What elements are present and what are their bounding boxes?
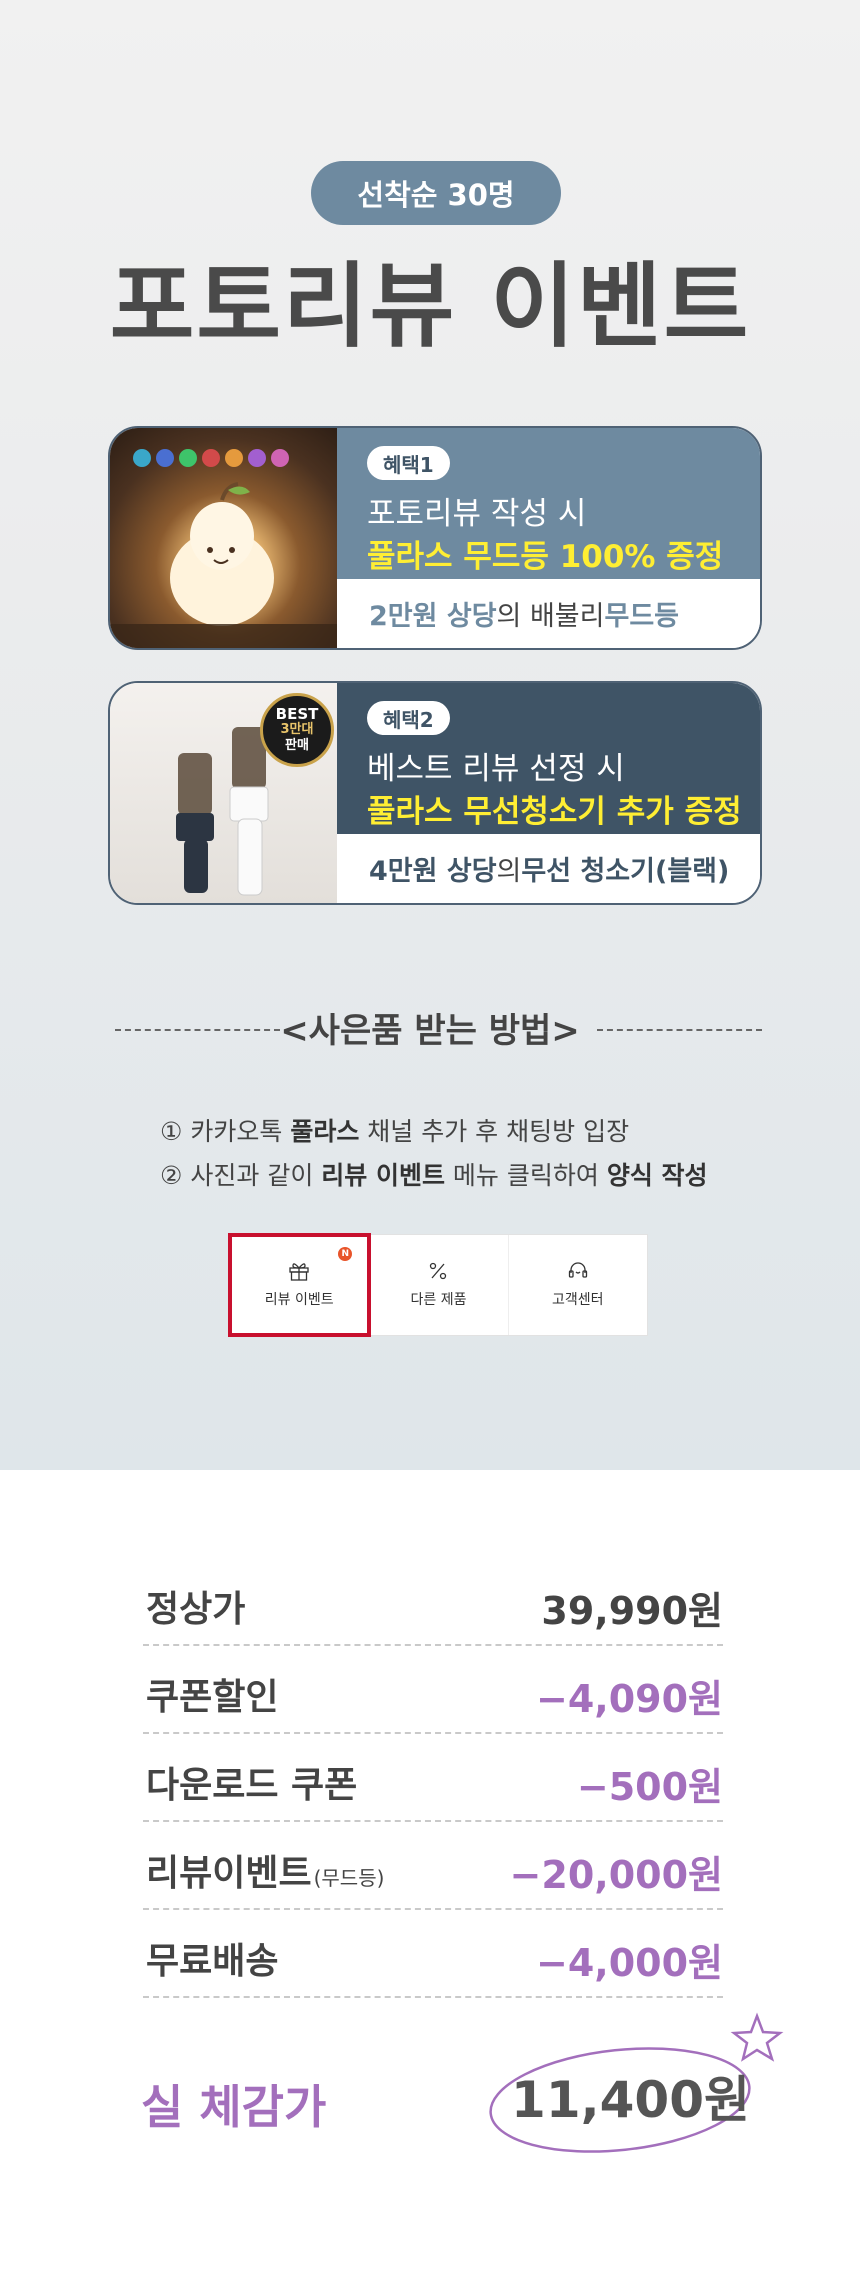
price-label: 무료배송 (146, 1941, 279, 1982)
price-value: −500원 (576, 1765, 723, 1809)
price-label-note: (무드등) (313, 1866, 385, 1890)
step-1: ① 카카오톡 풀라스 채널 추가 후 채팅방 입장 (160, 1110, 708, 1154)
menu-item-customer-center[interactable]: 고객센터 (509, 1235, 647, 1335)
price-row-shipping: 무료배송 −4,000원 (143, 1910, 723, 1998)
channel-menu: 리뷰 이벤트 N 다른 제품 고객센터 (227, 1233, 648, 1337)
price-value: −4,090원 (536, 1677, 723, 1721)
mood-lamp-image (110, 428, 337, 648)
benefit-2-condition: 베스트 리뷰 선정 시 (367, 751, 625, 787)
final-price-value: 11,400원 (511, 2071, 750, 2129)
price-row-coupon: 쿠폰할인 −4,090원 (143, 1646, 723, 1734)
benefit-1-connector: 의 배불리 (496, 601, 605, 632)
price-label-main: 리뷰이벤트 (146, 1853, 312, 1894)
benefit-2-reward: 풀라스 무선청소기 추가 증정 (367, 794, 742, 830)
price-label: 다운로드 쿠폰 (146, 1765, 358, 1806)
vacuum-image: BEST 3만대 판매 (110, 683, 337, 903)
benefit-2-badge: 혜택2 (367, 701, 450, 735)
step-2-text-b: 메뉴 클릭하여 (444, 1161, 607, 1190)
seal-line-2: 3만대 (280, 722, 314, 737)
step-1-number: ① (160, 1117, 183, 1146)
howto-title: <사은품 받는 방법> (280, 1011, 580, 1051)
benefit-1-reward: 풀라스 무드등 100% 증정 (367, 539, 724, 575)
first-come-badge: 선착순 30명 (311, 161, 561, 225)
price-row-regular: 정상가 39,990원 (143, 1558, 723, 1646)
menu-item-label: 고객센터 (552, 1292, 604, 1308)
menu-item-review-event[interactable]: 리뷰 이벤트 N (227, 1233, 372, 1337)
benefit-2-info: 혜택2 베스트 리뷰 선정 시 풀라스 무선청소기 추가 증정 (337, 683, 760, 838)
gift-icon (289, 1263, 309, 1281)
step-2-text-a: 사진과 같이 (182, 1161, 322, 1190)
benefit-1-item: 무드등 (604, 601, 680, 632)
benefit-1-value: 2만원 상당 (369, 601, 497, 632)
menu-item-label: 다른 제품 (410, 1292, 467, 1308)
howto-heading: <사은품 받는 방법> (0, 1003, 860, 1053)
benefit-2-item: 무선 청소기(블랙) (521, 856, 730, 887)
benefit-card-2: BEST 3만대 판매 혜택2 베스트 리뷰 선정 시 풀라스 무선청소기 추가… (108, 681, 762, 905)
divider-right (597, 1029, 762, 1031)
price-row-review-event: 리뷰이벤트 (무드등) −20,000원 (143, 1822, 723, 1910)
step-2: ② 사진과 같이 리뷰 이벤트 메뉴 클릭하여 양식 작성 (160, 1154, 708, 1198)
howto-steps: ① 카카오톡 풀라스 채널 추가 후 채팅방 입장 ② 사진과 같이 리뷰 이벤… (160, 1110, 708, 1198)
star-icon (730, 2012, 784, 2062)
best-seller-seal: BEST 3만대 판매 (260, 693, 334, 767)
benefit-2-detail: 4만원 상당 의 무선 청소기(블랙) (337, 834, 760, 903)
price-value: −20,000원 (509, 1853, 723, 1897)
price-value: −4,000원 (536, 1941, 723, 1985)
percent-icon (430, 1262, 447, 1280)
page-title: 포토리뷰 이벤트 (109, 253, 751, 360)
seal-line-1: BEST (275, 705, 319, 723)
pear-lamp-illustration (110, 449, 337, 648)
benefit-2-connector: 의 (496, 856, 522, 887)
step-2-number: ② (160, 1161, 183, 1190)
menu-item-other-products[interactable]: 다른 제품 (369, 1235, 509, 1335)
benefit-1-condition: 포토리뷰 작성 시 (367, 496, 587, 532)
price-label: 리뷰이벤트 (무드등) (146, 1844, 384, 1896)
step-2-menu-name: 리뷰 이벤트 (321, 1161, 445, 1190)
benefit-card-1: 혜택1 포토리뷰 작성 시 풀라스 무드등 100% 증정 2만원 상당 의 배불… (108, 426, 762, 650)
step-1-text-b: 채널 추가 후 채팅방 입장 (359, 1117, 630, 1146)
benefit-1-info: 혜택1 포토리뷰 작성 시 풀라스 무드등 100% 증정 (337, 428, 760, 583)
benefit-1-detail: 2만원 상당 의 배불리 무드등 (337, 579, 760, 648)
step-1-text-a: 카카오톡 (182, 1117, 291, 1146)
seal-line-3: 판매 (285, 738, 309, 753)
benefit-1-badge: 혜택1 (367, 446, 450, 480)
price-label: 정상가 (146, 1589, 246, 1630)
step-2-action: 양식 작성 (606, 1161, 708, 1190)
final-price-label: 실 체감가 (141, 2080, 327, 2134)
price-row-download-coupon: 다운로드 쿠폰 −500원 (143, 1734, 723, 1822)
new-badge: N (338, 1247, 353, 1261)
price-label: 쿠폰할인 (146, 1677, 279, 1718)
price-value: 39,990원 (541, 1589, 723, 1633)
headset-icon (568, 1262, 587, 1278)
menu-item-label: 리뷰 이벤트 (264, 1292, 334, 1308)
step-1-channel: 풀라스 (290, 1117, 360, 1146)
benefit-2-value: 4만원 상당 (369, 856, 497, 887)
